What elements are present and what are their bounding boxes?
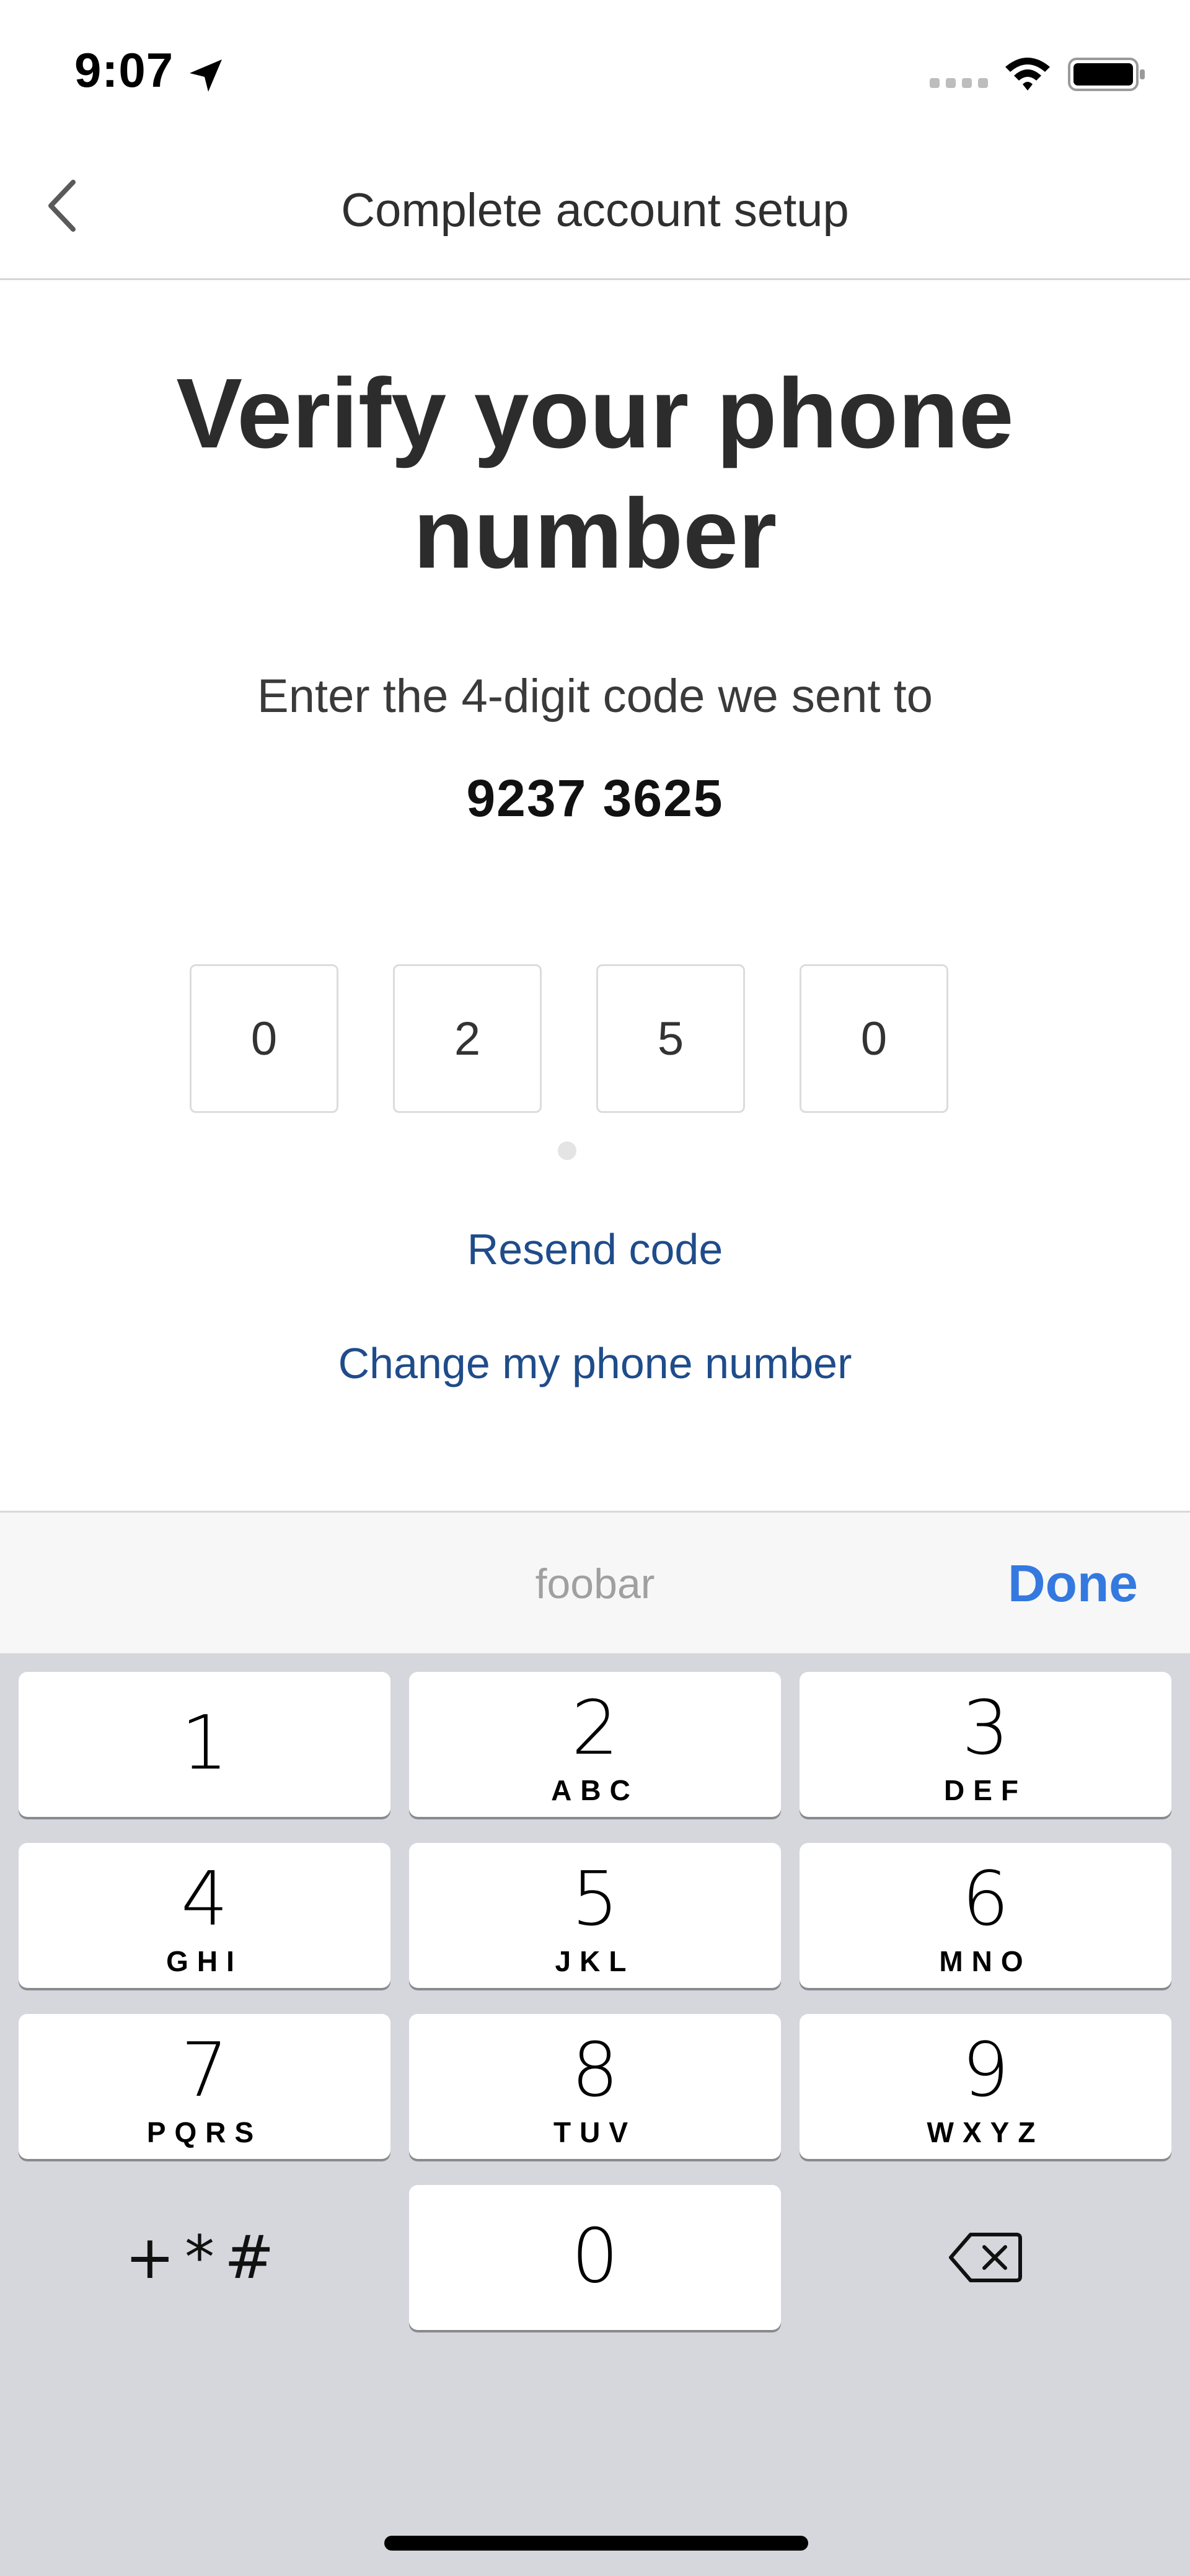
key-6[interactable]: 6 MNO <box>800 1843 1171 1988</box>
key-digit: 7 <box>180 2028 229 2114</box>
code-digit-3[interactable]: 5 <box>596 964 745 1113</box>
key-4[interactable]: 4 GHI <box>19 1843 390 1988</box>
code-digit-4[interactable]: 0 <box>800 964 948 1113</box>
key-letters: PQRS <box>146 2116 263 2148</box>
nav-header: Complete account setup <box>0 136 1190 280</box>
focus-indicator <box>558 1141 576 1160</box>
home-indicator <box>384 2536 808 2551</box>
done-button[interactable]: Done <box>1008 1554 1138 1614</box>
key-digit: 8 <box>571 2028 619 2114</box>
key-2[interactable]: 2 ABC <box>409 1672 781 1817</box>
numeric-keypad: 1 2 ABC 3 DEF 4 GHI 5 JKL 6 MNO 7 PQRS 8… <box>0 1653 1190 2576</box>
code-input-group: 0 2 5 0 <box>190 964 952 1115</box>
key-letters: DEF <box>944 1774 1027 1806</box>
key-3[interactable]: 3 DEF <box>800 1672 1171 1817</box>
code-digit-2[interactable]: 2 <box>393 964 542 1113</box>
keyboard-accessory-bar: foobar Done <box>0 1511 1190 1653</box>
key-digit: 4 <box>180 1857 229 1943</box>
key-1[interactable]: 1 <box>19 1672 390 1817</box>
location-arrow-icon <box>190 59 222 92</box>
key-digit: 5 <box>571 1857 619 1943</box>
status-time: 9:07 <box>74 43 174 97</box>
instruction-text: Enter the 4-digit code we sent to <box>257 670 933 723</box>
key-8[interactable]: 8 TUV <box>409 2014 781 2159</box>
key-5[interactable]: 5 JKL <box>409 1843 781 1988</box>
key-letters: JKL <box>555 1945 635 1977</box>
key-letters: GHI <box>166 1945 243 1977</box>
key-digit: 0 <box>571 2213 619 2300</box>
headline: Verify your phone number <box>176 358 1014 589</box>
verify-phone-screen: 9:07 Complete account setup Verify your … <box>0 0 1190 2576</box>
cell-signal-icon <box>930 78 988 88</box>
resend-code-link[interactable]: Resend code <box>0 1224 1190 1274</box>
key-digit: 2 <box>571 1686 619 1772</box>
battery-icon <box>1068 58 1145 91</box>
backspace-icon <box>949 2233 1022 2282</box>
key-letters: WXYZ <box>927 2116 1044 2148</box>
key-digit: 9 <box>961 2028 1010 2114</box>
wifi-icon <box>1005 58 1050 90</box>
key-letters: TUV <box>553 2116 637 2148</box>
page-title: Complete account setup <box>341 184 849 237</box>
key-9[interactable]: 9 WXYZ <box>800 2014 1171 2159</box>
key-digit: 6 <box>961 1857 1010 1943</box>
key-digit: 1 <box>180 1700 229 1787</box>
key-digit: 3 <box>961 1686 1010 1772</box>
change-phone-link[interactable]: Change my phone number <box>0 1339 1190 1388</box>
key-letters: ABC <box>551 1774 639 1806</box>
delete-key[interactable] <box>800 2185 1171 2330</box>
key-letters: MNO <box>939 1945 1032 1977</box>
code-digit-1[interactable]: 0 <box>190 964 338 1113</box>
status-bar: 9:07 <box>0 0 1190 136</box>
symbols-key[interactable]: +*# <box>19 2185 390 2330</box>
phone-number: 9237 3625 <box>466 769 724 827</box>
key-0[interactable]: 0 <box>409 2185 781 2330</box>
key-7[interactable]: 7 PQRS <box>19 2014 390 2159</box>
